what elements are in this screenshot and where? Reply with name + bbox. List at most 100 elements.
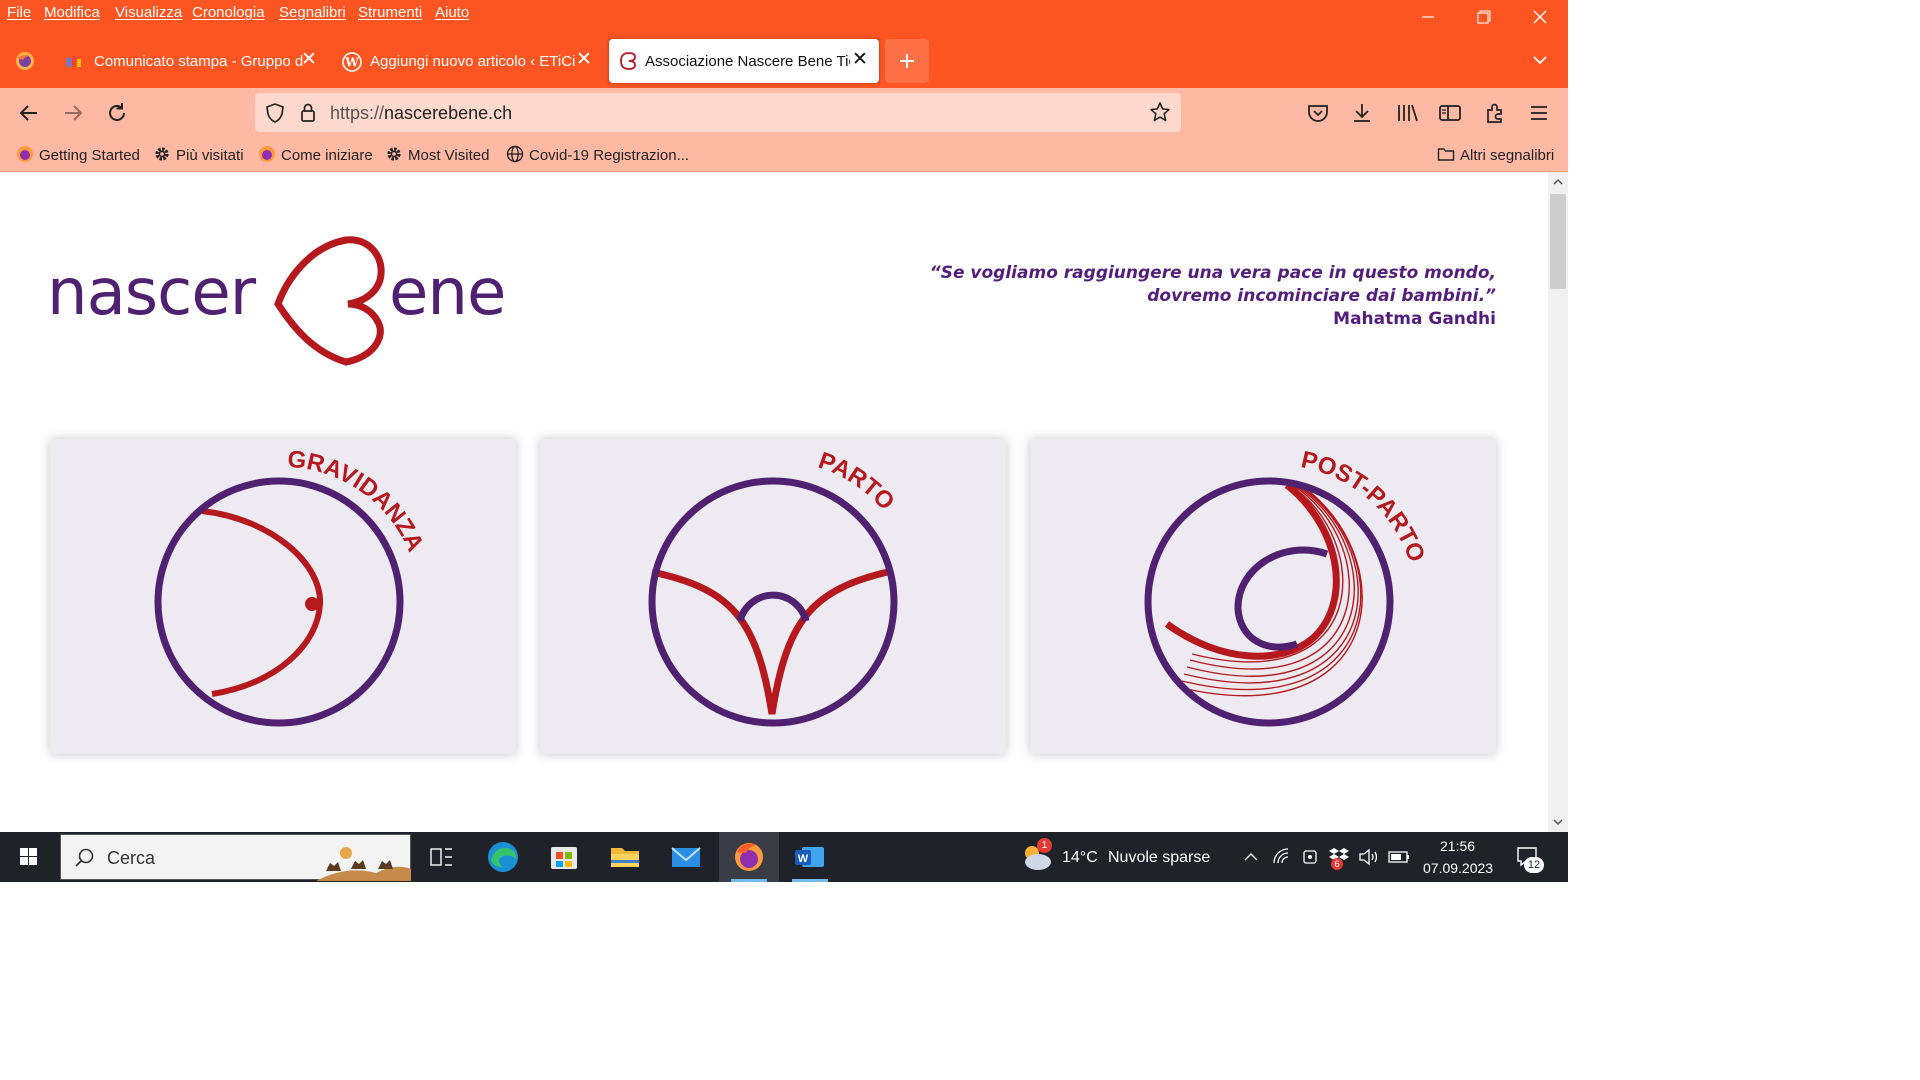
minimize-button[interactable] <box>1405 0 1451 34</box>
meet-now-icon[interactable] <box>1301 847 1321 872</box>
quote-line-1: “Se vogliamo raggiungere una vera pace i… <box>929 263 1496 283</box>
bookmark-covid[interactable]: Covid-19 Registrazion... <box>506 145 689 164</box>
menu-segnalibri[interactable]: Segnalibri <box>279 4 346 21</box>
logo-text-left: nascer <box>47 256 256 330</box>
forward-icon[interactable] <box>60 100 86 126</box>
gandhi-quote: “Se vogliamo raggiungere una vera pace i… <box>930 262 1496 331</box>
download-icon[interactable] <box>1349 100 1375 126</box>
weather-badge: 1 <box>1037 838 1052 853</box>
volume-icon[interactable] <box>1358 847 1380 872</box>
back-icon[interactable] <box>16 100 42 126</box>
wifi-icon[interactable] <box>1272 847 1292 872</box>
mail-icon[interactable] <box>656 832 716 882</box>
close-tab-icon[interactable]: ✕ <box>301 48 317 71</box>
search-icon <box>75 848 94 867</box>
close-tab-icon[interactable]: ✕ <box>576 48 592 71</box>
firefox-icon <box>258 145 276 163</box>
tab-comunicato[interactable]: Comunicato stampa - Gruppo d ✕ <box>58 39 322 83</box>
firefox-icon <box>16 145 34 163</box>
close-window-button[interactable] <box>1517 0 1563 34</box>
dropbox-badge: 6 <box>1331 858 1343 870</box>
card-label: GRAVIDANZA <box>286 446 429 556</box>
parto-icon: PARTO <box>648 447 900 727</box>
card-parto[interactable]: PARTO <box>540 439 1006 754</box>
weather-widget[interactable]: 1 <box>1020 838 1056 879</box>
sidebar-icon[interactable] <box>1437 100 1463 126</box>
search-placeholder: Cerca <box>107 848 156 868</box>
file-explorer-icon[interactable] <box>595 832 655 882</box>
lock-icon[interactable] <box>299 102 317 129</box>
restore-button[interactable] <box>1460 0 1506 34</box>
extensions-icon[interactable] <box>1482 100 1508 126</box>
menu-visualizza[interactable]: Visualizza <box>115 4 182 21</box>
gear-icon <box>153 145 171 163</box>
reload-icon[interactable] <box>104 100 130 126</box>
task-view-button[interactable] <box>412 832 472 882</box>
show-hidden-icons[interactable] <box>1242 849 1260 870</box>
edge-icon[interactable] <box>473 832 533 882</box>
close-tab-icon[interactable]: ✕ <box>852 48 868 71</box>
menu-strumenti[interactable]: Strumenti <box>358 4 422 21</box>
battery-icon[interactable] <box>1388 849 1412 870</box>
notification-center-icon[interactable]: 12 <box>1515 844 1544 875</box>
post-parto-icon: POST-PARTO <box>1144 446 1430 727</box>
menu-aiuto[interactable]: Aiuto <box>435 4 469 21</box>
firefox-taskbar-icon[interactable] <box>719 832 779 882</box>
card-image: POST-PARTO <box>1042 439 1484 752</box>
page-scrollbar[interactable] <box>1548 172 1568 832</box>
other-bookmarks[interactable]: Altri segnalibri <box>1437 145 1554 164</box>
tab-aggiungi[interactable]: W Aggiungi nuovo articolo ‹ ETiCi ✕ <box>334 39 598 83</box>
menu-cronologia[interactable]: Cronologia <box>192 4 265 21</box>
card-image: GRAVIDANZA <box>62 439 504 752</box>
url-bar[interactable]: https://nascerebene.ch <box>255 93 1181 132</box>
globe-icon <box>506 145 524 163</box>
menu-file[interactable]: File <box>7 4 31 21</box>
pocket-icon[interactable] <box>1305 100 1331 126</box>
bookmark-getting-started[interactable]: Getting Started <box>16 145 140 164</box>
scroll-thumb[interactable] <box>1550 194 1566 289</box>
bookmark-star-icon[interactable] <box>1149 101 1171 128</box>
scroll-down-icon[interactable] <box>1552 817 1564 827</box>
store-icon[interactable] <box>534 832 594 882</box>
list-tabs-icon[interactable] <box>1530 50 1550 75</box>
url-text[interactable]: https://nascerebene.ch <box>330 103 512 124</box>
tab-bar: Comunicato stampa - Gruppo d ✕ W Aggiung… <box>0 36 1568 88</box>
scroll-up-icon[interactable] <box>1552 177 1564 187</box>
taskbar-search[interactable]: Cerca <box>60 834 411 881</box>
tab-title: Associazione Nascere Bene Ticin <box>645 53 850 70</box>
gear-icon <box>385 145 403 163</box>
tab-nascere-bene[interactable]: Associazione Nascere Bene Ticin ✕ <box>609 39 879 83</box>
weather-temp[interactable]: 14°C <box>1062 849 1098 867</box>
card-label: PARTO <box>815 447 900 515</box>
svg-text:GRAVIDANZA: GRAVIDANZA <box>286 446 429 556</box>
desert-illustration-icon <box>316 847 411 881</box>
clock-date[interactable]: 07.09.2023 <box>1423 860 1493 876</box>
page-content: nascer ene “Se vogliamo raggiungere una … <box>0 172 1548 832</box>
card-gravidanza[interactable]: GRAVIDANZA <box>50 439 516 754</box>
card-post-parto[interactable]: POST-PARTO <box>1030 439 1496 754</box>
dropbox-icon[interactable]: 6 <box>1328 845 1352 872</box>
bookmarks-toolbar: Getting Started Più visitati Come inizia… <box>0 138 1568 172</box>
nav-bar: https://nascerebene.ch <box>0 88 1568 138</box>
multicolor-icon <box>66 53 84 76</box>
weather-text[interactable]: Nuvole sparse <box>1108 849 1210 867</box>
new-tab-button[interactable] <box>885 39 929 83</box>
bookmark-come-iniziare[interactable]: Come iniziare <box>258 145 373 164</box>
tab-title: Comunicato stampa - Gruppo d <box>94 53 304 70</box>
card-image: PARTO <box>552 439 994 752</box>
menu-modifica[interactable]: Modifica <box>44 4 100 21</box>
folder-icon <box>1437 145 1455 163</box>
firefox-view-icon[interactable] <box>14 50 36 77</box>
library-icon[interactable] <box>1394 100 1420 126</box>
start-button[interactable] <box>0 832 60 882</box>
svg-text:W: W <box>798 853 809 865</box>
bookmark-piu-visitati[interactable]: Più visitati <box>153 145 244 164</box>
word-icon[interactable]: W <box>780 832 840 882</box>
svg-text:W: W <box>344 56 359 70</box>
shield-icon[interactable] <box>265 102 285 129</box>
clock-time[interactable]: 21:56 <box>1440 838 1475 854</box>
hamburger-menu-icon[interactable] <box>1526 100 1552 126</box>
gravidanza-icon: GRAVIDANZA <box>154 446 429 727</box>
bookmark-most-visited[interactable]: Most Visited <box>385 145 489 164</box>
menu-bar: File Modifica Visualizza Cronologia Segn… <box>0 0 1568 36</box>
